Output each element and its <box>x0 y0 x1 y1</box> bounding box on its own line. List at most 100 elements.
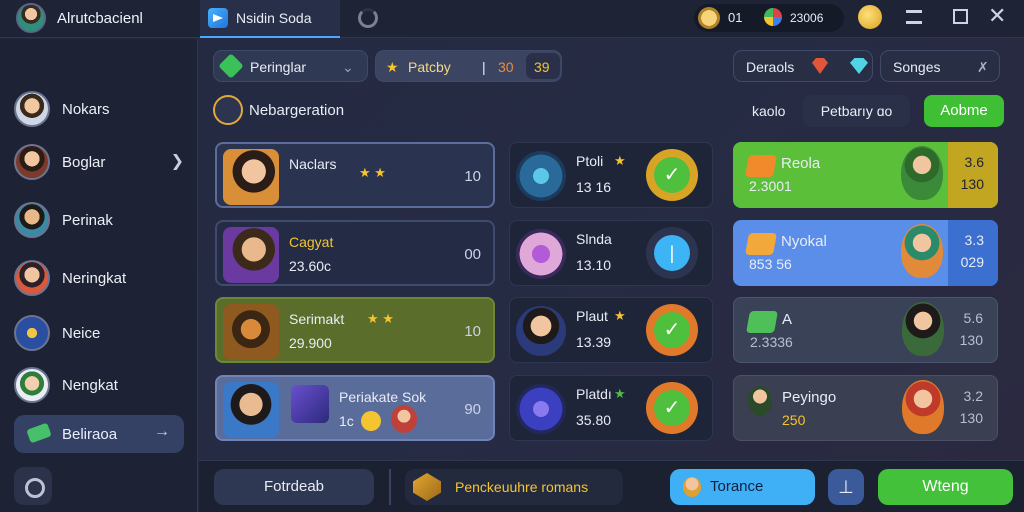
gem-icon <box>764 8 782 26</box>
sidebar-item-nengkat[interactable]: Nengkat <box>14 365 184 405</box>
claim-button[interactable]: ✓ <box>646 382 698 434</box>
skill-card[interactable]: Slnda 13.10 | <box>509 220 713 286</box>
gem-icon <box>218 53 244 79</box>
info-button[interactable]: | <box>646 227 698 279</box>
skill-value: 35.80 <box>576 412 612 428</box>
sidebar: Nokars Boglar ❯ Perinak Neringkat Neice … <box>0 39 198 512</box>
title-bar: Alrutcbacienl Nsidin Soda 01 23006 ✕ <box>0 0 1024 38</box>
hero-card[interactable]: Naclars ★ ★ 10 <box>215 142 495 208</box>
fortress-button[interactable]: Fotrdeab <box>214 469 374 505</box>
hero-count: 10 <box>464 323 481 340</box>
stat-value: 130 <box>960 176 984 192</box>
claim-button[interactable]: ✓ <box>646 304 698 356</box>
primary-button[interactable]: Aobme <box>924 95 1004 127</box>
user-avatar[interactable] <box>16 3 46 33</box>
skill-name: Platdı <box>576 386 612 402</box>
menu-icon[interactable] <box>906 10 922 24</box>
sidebar-item-neice[interactable]: Neice <box>14 313 184 353</box>
reward-card[interactable]: Nyokal 853 56 3.3 029 <box>733 220 998 286</box>
ruby-icon <box>812 58 828 74</box>
maximize-icon[interactable] <box>953 9 968 24</box>
diamond-icon <box>850 58 868 74</box>
hero-name: Cagyat <box>289 234 334 250</box>
settings-icon[interactable] <box>14 467 52 505</box>
hero-count: 90 <box>464 401 481 418</box>
stat-value: 029 <box>960 254 984 270</box>
character-icon <box>902 302 944 356</box>
skill-card[interactable]: Plaut ★ 13.39 ✓ <box>509 297 713 363</box>
skill-icon <box>516 229 566 279</box>
hero-portrait <box>223 304 279 360</box>
sidebar-item-beliraoa[interactable]: Beliraoa → <box>14 415 184 453</box>
stat-value: 3.6 <box>964 154 984 170</box>
sidebar-item-label: Nokars <box>62 101 110 118</box>
sword-icon <box>745 155 777 177</box>
sidebar-item-boglar[interactable]: Boglar ❯ <box>14 142 184 182</box>
tool-icon[interactable]: ⊥ <box>828 469 864 505</box>
sword-icon <box>213 95 243 125</box>
hero-mini-icon <box>683 477 701 497</box>
hero-card[interactable]: Cagyat 23.60c 00 <box>215 220 495 286</box>
star-icon <box>14 315 50 351</box>
character-mini-icon <box>748 386 772 416</box>
action-button[interactable]: Wteng <box>878 469 1013 505</box>
skill-card[interactable]: Platdı ★ 35.80 ✓ <box>509 375 713 441</box>
skill-name: Plaut <box>576 308 608 324</box>
avatar <box>14 91 50 127</box>
hero-count: 00 <box>464 246 481 263</box>
hero-portrait <box>223 227 279 283</box>
hero-name: Serimakt <box>289 311 345 327</box>
reward-name: A <box>782 311 793 328</box>
hero-value: 1c <box>339 413 354 429</box>
pill-label: Deraols <box>746 59 795 75</box>
chevron-down-icon: ⌄ <box>342 59 354 75</box>
reward-value: 250 <box>782 412 806 428</box>
skill-icon <box>516 384 566 434</box>
sort-dropdown[interactable]: Petbarıy ɑo <box>803 95 910 127</box>
sidebar-item-nokars[interactable]: Nokars <box>14 89 184 129</box>
info-icon: | <box>654 235 690 271</box>
sword-icon <box>746 311 778 333</box>
achievement-badge-icon[interactable] <box>858 5 882 29</box>
section-title: Nebargeration <box>249 102 345 119</box>
reward-card[interactable]: Peyingo 250 3.2 130 <box>733 375 998 441</box>
claim-button[interactable]: ✓ <box>646 149 698 201</box>
hero-card[interactable]: Periakate Sok 1c 90 <box>215 375 495 441</box>
filter-songes[interactable]: Songes ✗ <box>880 50 1000 82</box>
reward-value: 853 56 <box>749 256 792 272</box>
reward-card[interactable]: A 2.3336 5.6 130 <box>733 297 998 363</box>
sidebar-item-label: Perinak <box>62 212 113 229</box>
filter-deraols[interactable]: Deraols <box>733 50 873 82</box>
skill-name: Ptoli <box>576 153 604 169</box>
avatar <box>14 260 50 296</box>
separator: | <box>482 59 486 75</box>
sidebar-item-neringkat[interactable]: Neringkat <box>14 258 184 298</box>
character-icon <box>902 380 944 434</box>
stat-value: 5.6 <box>963 310 983 326</box>
star-icon: ★ <box>614 308 626 323</box>
rating-stars-icon: ★ ★ <box>367 311 394 326</box>
stat-value: 130 <box>959 332 983 348</box>
pill-label: Songes <box>893 59 941 75</box>
filter-peringlar[interactable]: Peringlar ⌄ <box>213 50 368 82</box>
coin-icon <box>361 411 381 431</box>
tab-active[interactable]: Nsidin Soda <box>200 0 340 38</box>
hero-card[interactable]: Serimakt ★ ★ 29.900 10 <box>215 297 495 363</box>
currency-bar: 01 23006 <box>694 4 844 32</box>
close-icon[interactable]: ✕ <box>988 3 1006 29</box>
check-icon: ✓ <box>654 390 690 426</box>
sidebar-item-perinak[interactable]: Perinak <box>14 200 184 240</box>
hero-name: Naclars <box>289 156 337 172</box>
reward-card[interactable]: Reola 2.3001 3.6 130 <box>733 142 998 208</box>
skill-value: 13 16 <box>576 179 612 195</box>
skill-value: 13.39 <box>576 334 612 350</box>
skill-name: Slnda <box>576 231 612 247</box>
star-icon: ★ <box>386 59 399 75</box>
pill-label: Peringlar <box>250 59 307 75</box>
filter-patcby[interactable]: ★ Patcby | 30 39 <box>375 50 562 82</box>
divider <box>389 469 391 505</box>
pill-count: 39 <box>534 59 550 75</box>
skill-icon <box>516 151 566 201</box>
skill-card[interactable]: Ptoli ★ 13 16 ✓ <box>509 142 713 208</box>
hero-value: 23.60c <box>289 258 332 274</box>
